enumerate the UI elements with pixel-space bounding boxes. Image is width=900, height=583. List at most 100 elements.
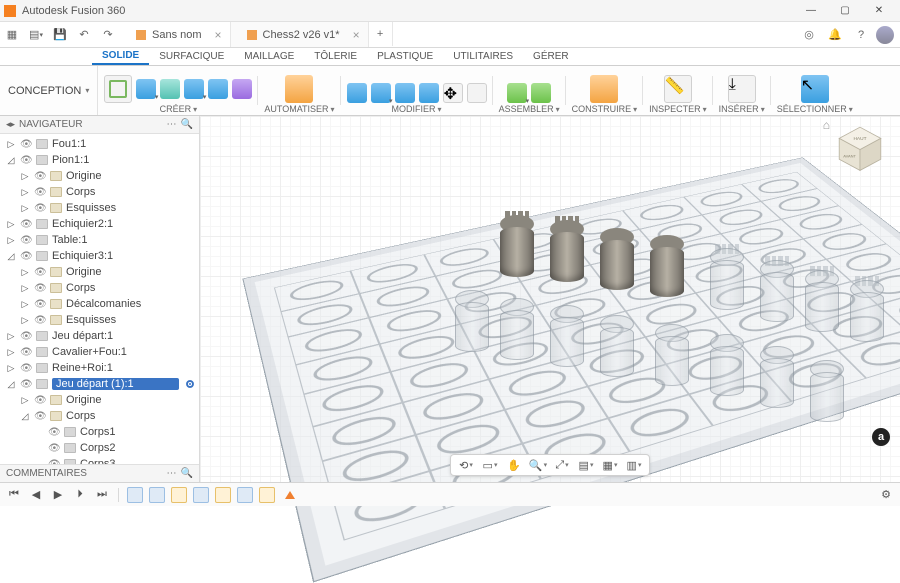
workspace-switcher[interactable]: CONCEPTION▾ (0, 66, 98, 115)
viewports-button[interactable]: ▥▾ (625, 456, 643, 474)
form-icon[interactable] (232, 79, 252, 99)
presspull-icon[interactable] (347, 83, 367, 103)
move-icon[interactable]: ✥ (443, 83, 463, 103)
doc-tab-1[interactable]: Chess2 v26 v1* × (231, 22, 369, 47)
expander-icon[interactable]: ▷ (20, 267, 30, 278)
visibility-icon[interactable]: 👁 (20, 139, 32, 150)
sketch-icon[interactable] (104, 75, 132, 103)
combine-icon[interactable] (419, 83, 439, 103)
file-menu-button[interactable]: ▤▾ (24, 23, 48, 47)
comments-header[interactable]: COMMENTAIRES ⋯ 🔍 (0, 464, 199, 482)
hole-icon[interactable] (208, 79, 228, 99)
visibility-icon[interactable]: 👁 (34, 411, 46, 422)
grid-button[interactable]: ▦▾ (601, 456, 619, 474)
visibility-icon[interactable]: 👁 (48, 427, 60, 438)
timeline-feature[interactable] (149, 487, 165, 503)
visibility-icon[interactable]: 👁 (34, 267, 46, 278)
ribbon-tab-tolerie[interactable]: TÔLERIE (304, 49, 367, 64)
visibility-icon[interactable]: 👁 (20, 251, 32, 262)
window-maximize-button[interactable]: ▢ (828, 0, 862, 22)
expander-icon[interactable]: ▷ (6, 219, 16, 230)
insert-icon[interactable]: ⤓ (728, 75, 756, 103)
tree-node[interactable]: ◿👁Echiquier3:1 (0, 248, 199, 264)
expander-icon[interactable]: ▷ (6, 235, 16, 246)
close-icon[interactable]: × (353, 28, 360, 42)
visibility-icon[interactable]: 👁 (34, 203, 46, 214)
viewport[interactable]: ⌂ HAUT AVANT a ⟲▾ ▭▾ ✋ 🔍▾ ⤢▾ ▤▾ ▦▾ ▥▾ (200, 116, 900, 482)
ribbon-tab-maillage[interactable]: MAILLAGE (234, 49, 304, 64)
view-cube[interactable]: HAUT AVANT (836, 124, 884, 172)
visibility-icon[interactable]: 👁 (20, 379, 32, 390)
tree-node[interactable]: ▷👁Origine (0, 168, 199, 184)
visibility-icon[interactable]: 👁 (48, 443, 60, 454)
ribbon-tab-gerer[interactable]: GÉRER (523, 49, 579, 64)
box-icon[interactable]: ▾ (184, 79, 204, 99)
data-panel-toggle[interactable]: ▦ (0, 23, 24, 47)
visibility-icon[interactable]: 👁 (34, 283, 46, 294)
tree-node[interactable]: ▷👁Reine+Roi:1 (0, 360, 199, 376)
tree-node[interactable]: ▷👁Table:1 (0, 232, 199, 248)
tree-node[interactable]: ▷👁Cavalier+Fou:1 (0, 344, 199, 360)
help-button[interactable]: ? (850, 24, 872, 46)
ribbon-tab-solide[interactable]: SOLIDE (92, 48, 149, 65)
expander-icon[interactable]: ▷ (20, 203, 30, 214)
autodesk-badge[interactable]: a (872, 428, 890, 446)
notifications-button[interactable]: 🔔 (824, 24, 846, 46)
tree-node[interactable]: 👁Corps3 (0, 456, 199, 464)
expander-icon[interactable]: ▷ (20, 171, 30, 182)
shell-icon[interactable] (395, 83, 415, 103)
timeline-feature[interactable] (215, 487, 231, 503)
timeline-feature[interactable] (259, 487, 275, 503)
tree-node[interactable]: ▷👁Décalcomanies (0, 296, 199, 312)
visibility-icon[interactable]: 👁 (20, 155, 32, 166)
visibility-icon[interactable]: 👁 (34, 171, 46, 182)
zoom-button[interactable]: 🔍▾ (529, 456, 547, 474)
visibility-icon[interactable]: 👁 (34, 299, 46, 310)
expander-icon[interactable]: ◿ (20, 411, 30, 422)
tree-node[interactable]: ▷👁Esquisses (0, 312, 199, 328)
align-icon[interactable] (467, 83, 487, 103)
close-icon[interactable]: × (215, 28, 222, 42)
expander-icon[interactable]: ▷ (6, 347, 16, 358)
user-avatar[interactable] (876, 26, 894, 44)
tree-node[interactable]: ▷👁Corps (0, 184, 199, 200)
timeline-marker[interactable] (285, 491, 295, 499)
save-button[interactable]: 💾 (48, 23, 72, 47)
expander-icon[interactable]: ▷ (20, 315, 30, 326)
display-button[interactable]: ▤▾ (577, 456, 595, 474)
expander-icon[interactable]: ▷ (20, 299, 30, 310)
ribbon-tab-utilitaires[interactable]: UTILITAIRES (443, 49, 523, 64)
asbuilt-joint-icon[interactable] (531, 83, 551, 103)
comments-opts-icon[interactable]: ⋯ (167, 468, 177, 479)
tree-node[interactable]: ▷👁Jeu départ:1 (0, 328, 199, 344)
extensions-button[interactable]: ◎ (798, 24, 820, 46)
expander-icon[interactable]: ▷ (6, 331, 16, 342)
tree-node[interactable]: ▷👁Esquisses (0, 200, 199, 216)
expander-icon[interactable]: ◿ (6, 155, 16, 166)
automate-icon[interactable] (285, 75, 313, 103)
new-tab-button[interactable]: + (369, 22, 393, 46)
ribbon-tab-surfacique[interactable]: SURFACIQUE (149, 49, 234, 64)
construct-plane-icon[interactable] (590, 75, 618, 103)
tree-node[interactable]: 👁Corps2 (0, 440, 199, 456)
tree-node[interactable]: ◿👁Jeu départ (1):1 (0, 376, 199, 392)
measure-icon[interactable]: 📏 (664, 75, 692, 103)
tree-node[interactable]: ◿👁Corps (0, 408, 199, 424)
active-component-indicator[interactable] (185, 379, 195, 389)
tree-node[interactable]: ▷👁Origine (0, 264, 199, 280)
tree-node[interactable]: ▷👁Origine (0, 392, 199, 408)
visibility-icon[interactable]: 👁 (34, 315, 46, 326)
expander-icon[interactable]: ▷ (20, 395, 30, 406)
select-icon[interactable]: ↖ (801, 75, 829, 103)
doc-tab-0[interactable]: Sans nom × (120, 22, 231, 47)
fit-button[interactable]: ⤢▾ (553, 456, 571, 474)
expander-icon[interactable]: ▷ (20, 187, 30, 198)
visibility-icon[interactable]: 👁 (34, 187, 46, 198)
tree-node[interactable]: ▷👁Echiquier2:1 (0, 216, 199, 232)
tree-node[interactable]: ◿👁Pion1:1 (0, 152, 199, 168)
browser-tree[interactable]: ▷👁Fou1:1◿👁Pion1:1▷👁Origine▷👁Corps▷👁Esqui… (0, 134, 199, 464)
comments-search-icon[interactable]: 🔍 (181, 468, 193, 479)
expander-icon[interactable]: ▷ (6, 363, 16, 374)
tree-node[interactable]: ▷👁Corps (0, 280, 199, 296)
timeline-prev-button[interactable]: ◀ (28, 487, 44, 503)
